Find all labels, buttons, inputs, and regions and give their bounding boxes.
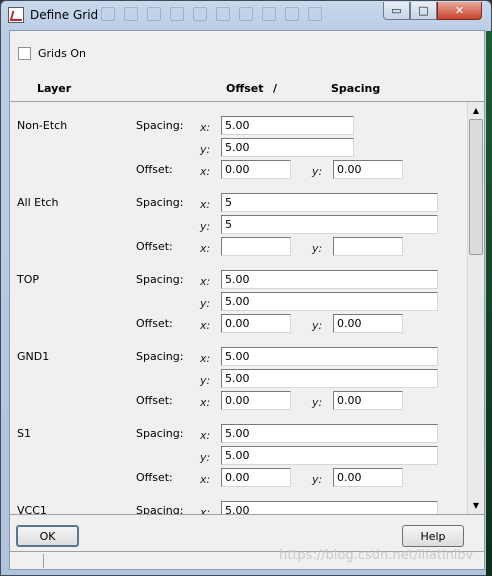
offset-x-field[interactable]: 0.00 — [221, 391, 291, 410]
spacing-x-field[interactable]: 5.00 — [221, 424, 438, 443]
header-offset: Offset — [226, 82, 264, 95]
y-label: y: — [200, 451, 211, 464]
background-window-edge — [486, 31, 492, 576]
close-button[interactable]: ✕ — [437, 2, 482, 20]
offset-label: Offset: — [136, 317, 173, 330]
y-label: y: — [312, 165, 323, 178]
spacing-y-field[interactable]: 5.00 — [221, 292, 438, 311]
offset-y-field[interactable]: 0.00 — [333, 160, 403, 179]
y-label: y: — [200, 374, 211, 387]
spacing-y-field[interactable]: 5.00 — [221, 369, 438, 388]
title-bar[interactable]: Define Grid ▭ □ ✕ — [1, 1, 491, 29]
minimize-button[interactable]: ▭ — [383, 2, 410, 20]
y-label: y: — [200, 220, 211, 233]
offset-x-field[interactable]: 0.00 — [221, 314, 291, 333]
layer-name: S1 — [17, 427, 31, 440]
spacing-label: Spacing: — [136, 273, 184, 286]
x-label: x: — [200, 352, 211, 365]
help-button[interactable]: Help — [402, 525, 464, 547]
spacing-label: Spacing: — [136, 119, 184, 132]
offset-label: Offset: — [136, 394, 173, 407]
grids-on-label: Grids On — [38, 47, 86, 60]
offset-y-field[interactable]: 0.00 — [333, 314, 403, 333]
layer-row: All Etch Spacing: x: 5 y: 5 Offset: x: y… — [10, 193, 465, 273]
offset-y-field[interactable]: 0.00 — [333, 391, 403, 410]
watermark-text: https://blog.csdn.net/lliatinlbv — [279, 548, 474, 563]
layer-row: TOP Spacing: x: 5.00 y: 5.00 Offset: x: … — [10, 270, 465, 350]
y-label: y: — [312, 473, 323, 486]
window-title: Define Grid — [30, 8, 99, 22]
offset-x-field[interactable] — [221, 237, 291, 256]
layer-row: VCC1 Spacing: x: 5.00 — [10, 501, 465, 515]
dialog-client-area: Grids On Layer Offset / Spacing Non-Etch… — [9, 30, 485, 570]
spacing-x-field[interactable]: 5.00 — [221, 501, 438, 514]
spacing-y-field[interactable]: 5.00 — [221, 446, 438, 465]
scroll-thumb[interactable] — [469, 119, 483, 255]
y-label: y: — [312, 319, 323, 332]
layer-grid-list[interactable]: Non-Etch Spacing: x: 5.00 y: 5.00 Offset… — [10, 101, 484, 515]
layer-name: TOP — [17, 273, 40, 286]
offset-y-field[interactable]: 0.00 — [333, 468, 403, 487]
spacing-x-field[interactable]: 5 — [221, 193, 438, 212]
spacing-label: Spacing: — [136, 427, 184, 440]
x-label: x: — [200, 121, 211, 134]
spacing-x-field[interactable]: 5.00 — [221, 116, 354, 135]
checkbox-box[interactable] — [18, 47, 31, 60]
x-label: x: — [200, 396, 211, 409]
y-label: y: — [312, 396, 323, 409]
y-label: y: — [312, 242, 323, 255]
header-spacing: Spacing — [331, 82, 381, 95]
x-label: x: — [200, 473, 211, 486]
header-slash: / — [273, 82, 278, 95]
offset-y-field[interactable] — [333, 237, 403, 256]
spacing-label: Spacing: — [136, 350, 184, 363]
x-label: x: — [200, 319, 211, 332]
header-layer: Layer — [37, 82, 72, 95]
spacing-label: Spacing: — [136, 504, 184, 515]
x-label: x: — [200, 429, 211, 442]
offset-x-field[interactable]: 0.00 — [221, 160, 291, 179]
layer-name: All Etch — [17, 196, 59, 209]
x-label: x: — [200, 198, 211, 211]
x-label: x: — [200, 165, 211, 178]
offset-label: Offset: — [136, 471, 173, 484]
background-toolbar-ghost — [101, 5, 371, 25]
spacing-y-field[interactable]: 5.00 — [221, 138, 354, 157]
y-label: y: — [200, 143, 211, 156]
spacing-y-field[interactable]: 5 — [221, 215, 438, 234]
scroll-up-arrow-icon[interactable]: ▲ — [468, 102, 484, 119]
spacing-label: Spacing: — [136, 196, 184, 209]
offset-label: Offset: — [136, 163, 173, 176]
app-icon — [8, 7, 24, 23]
layer-row: GND1 Spacing: x: 5.00 y: 5.00 Offset: x:… — [10, 347, 465, 427]
maximize-button[interactable]: □ — [410, 2, 437, 20]
define-grid-window: Define Grid ▭ □ ✕ Grids On Layer Offset … — [0, 0, 492, 576]
layer-name: VCC1 — [17, 504, 47, 515]
spacing-x-field[interactable]: 5.00 — [221, 270, 438, 289]
offset-label: Offset: — [136, 240, 173, 253]
grids-on-checkbox[interactable]: Grids On — [18, 47, 86, 60]
y-label: y: — [200, 297, 211, 310]
x-label: x: — [200, 242, 211, 255]
offset-x-field[interactable]: 0.00 — [221, 468, 291, 487]
layer-row: Non-Etch Spacing: x: 5.00 y: 5.00 Offset… — [10, 116, 465, 196]
layer-name: Non-Etch — [17, 119, 68, 132]
ok-button[interactable]: OK — [16, 525, 79, 547]
layer-name: GND1 — [17, 350, 50, 363]
layer-row: S1 Spacing: x: 5.00 y: 5.00 Offset: x: 0… — [10, 424, 465, 504]
spacing-x-field[interactable]: 5.00 — [221, 347, 438, 366]
vertical-scrollbar[interactable]: ▲ ▼ — [467, 102, 484, 514]
x-label: x: — [200, 275, 211, 288]
x-label: x: — [200, 506, 211, 515]
scroll-down-arrow-icon[interactable]: ▼ — [468, 497, 484, 514]
